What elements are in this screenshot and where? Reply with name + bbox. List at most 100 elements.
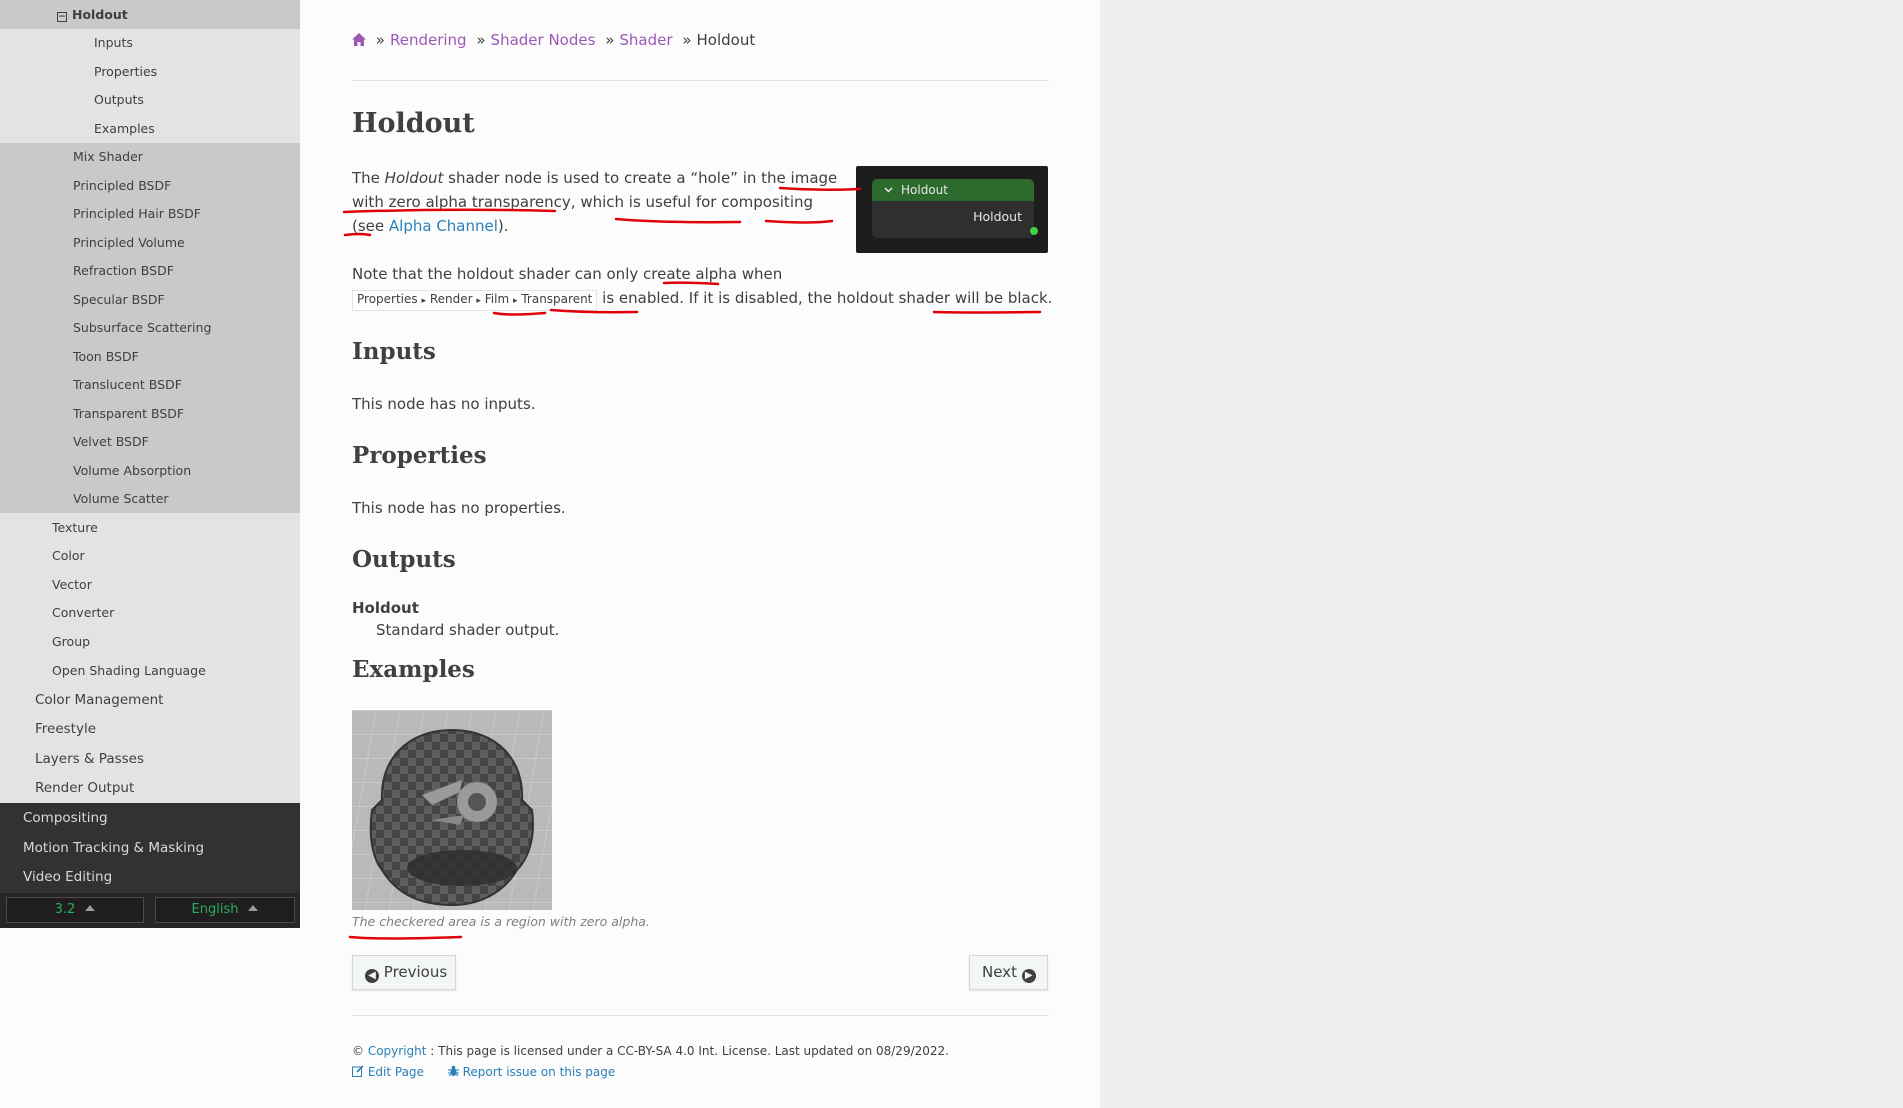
sidebar-item-refraction-bsdf[interactable]: Refraction BSDF bbox=[0, 257, 300, 285]
version-label: 3.2 bbox=[54, 902, 76, 917]
sidebar-item-label: Transparent BSDF bbox=[73, 405, 185, 421]
node-output-label: Holdout bbox=[973, 209, 1022, 224]
footer-divider bbox=[352, 1015, 1049, 1016]
sidebar-item-compositing[interactable]: Compositing bbox=[0, 803, 300, 833]
sidebar-item-velvet-bsdf[interactable]: Velvet BSDF bbox=[0, 428, 300, 456]
sidebar-item-motion-tracking[interactable]: Motion Tracking & Masking bbox=[0, 833, 300, 862]
home-icon[interactable] bbox=[352, 31, 366, 46]
intro-paragraph: The Holdout shader node is used to creat… bbox=[352, 166, 842, 238]
sidebar-item-converter[interactable]: Converter bbox=[0, 599, 300, 627]
sidebar-item-specular-bsdf[interactable]: Specular BSDF bbox=[0, 285, 300, 314]
sidebar-item-subsurface-scattering[interactable]: Subsurface Scattering bbox=[0, 314, 300, 342]
next-button[interactable]: Next ▶ bbox=[969, 955, 1048, 990]
alpha-channel-link[interactable]: Alpha Channel bbox=[389, 217, 498, 235]
collapse-toggle-icon[interactable]: − bbox=[57, 11, 67, 22]
sidebar-navigation: − Holdout Inputs Properties Outputs Examp… bbox=[0, 0, 300, 928]
sidebar-item-layers-passes[interactable]: Layers & Passes bbox=[0, 744, 300, 773]
sidebar-item-inputs[interactable]: Inputs bbox=[0, 29, 300, 57]
holdout-example-image bbox=[352, 710, 552, 910]
sidebar-item-label: Volume Absorption bbox=[73, 462, 192, 478]
caret-up-icon bbox=[248, 905, 259, 911]
sidebar-item-label: Texture bbox=[52, 519, 98, 535]
sidebar-item-principled-volume[interactable]: Principled Volume bbox=[0, 228, 300, 257]
breadcrumb-separator: » bbox=[682, 31, 692, 49]
note-paragraph: Note that the holdout shader can only cr… bbox=[352, 262, 1052, 311]
intro-emphasis: Holdout bbox=[384, 169, 444, 187]
sidebar-item-label: Group bbox=[52, 633, 91, 649]
breadcrumb-separator: » bbox=[605, 31, 615, 49]
holdout-node-figure: Holdout Holdout bbox=[856, 166, 1048, 253]
sidebar-item-volume-scatter[interactable]: Volume Scatter bbox=[0, 485, 300, 513]
output-term: Holdout bbox=[352, 599, 419, 617]
sidebar-item-video-editing[interactable]: Video Editing bbox=[0, 862, 300, 892]
report-issue-link[interactable]: Report issue on this page bbox=[447, 1065, 616, 1079]
sidebar-item-label: Motion Tracking & Masking bbox=[23, 839, 205, 856]
sidebar-item-translucent-bsdf[interactable]: Translucent BSDF bbox=[0, 371, 300, 399]
edit-page-label: Edit Page bbox=[367, 1065, 424, 1079]
language-selector[interactable]: English bbox=[155, 897, 295, 923]
sidebar-item-vector[interactable]: Vector bbox=[0, 570, 300, 599]
sidebar-item-examples[interactable]: Examples bbox=[0, 114, 300, 143]
sidebar-item-properties[interactable]: Properties bbox=[0, 57, 300, 86]
bug-icon bbox=[447, 1065, 459, 1077]
breadcrumb-current: Holdout bbox=[696, 31, 756, 49]
sidebar-item-toon-bsdf[interactable]: Toon BSDF bbox=[0, 342, 300, 371]
properties-text: This node has no properties. bbox=[352, 499, 566, 517]
version-selector[interactable]: 3.2 bbox=[6, 897, 144, 923]
report-issue-label: Report issue on this page bbox=[462, 1065, 616, 1079]
copyright-link[interactable]: Copyright bbox=[368, 1044, 427, 1058]
sidebar-item-label: Render Output bbox=[35, 780, 135, 796]
sidebar-item-label: Video Editing bbox=[23, 869, 113, 885]
menu-path-film: Film bbox=[484, 292, 510, 306]
sidebar-item-label: Vector bbox=[52, 576, 92, 592]
sidebar-item-label: Principled Volume bbox=[73, 234, 185, 250]
sidebar-item-group[interactable]: Group bbox=[0, 627, 300, 656]
sidebar-item-label: Open Shading Language bbox=[52, 662, 206, 678]
page-title: Holdout bbox=[352, 108, 475, 139]
sidebar-item-open-shading-language[interactable]: Open Shading Language bbox=[0, 656, 300, 685]
sidebar-item-label: Velvet BSDF bbox=[73, 434, 149, 449]
sidebar-item-label: Color bbox=[52, 548, 85, 563]
divider bbox=[352, 80, 1049, 81]
menu-separator: ▸ bbox=[512, 296, 518, 306]
note-text: is enabled. If it is disabled, the holdo… bbox=[597, 289, 1053, 307]
sidebar-item-transparent-bsdf[interactable]: Transparent BSDF bbox=[0, 399, 300, 428]
arrow-right-circle-icon: ▶ bbox=[1021, 969, 1036, 983]
sidebar-item-label: Principled Hair BSDF bbox=[73, 206, 201, 221]
sidebar-item-volume-absorption[interactable]: Volume Absorption bbox=[0, 456, 300, 485]
sidebar-item-label: Mix Shader bbox=[73, 149, 143, 164]
sidebar-item-label: Examples bbox=[94, 120, 155, 136]
sidebar-item-texture[interactable]: Texture bbox=[0, 513, 300, 542]
next-label: Next bbox=[982, 963, 1017, 981]
sidebar-item-color-management[interactable]: Color Management bbox=[0, 685, 300, 714]
sidebar-item-principled-hair-bsdf[interactable]: Principled Hair BSDF bbox=[0, 200, 300, 228]
caret-up-icon bbox=[85, 905, 96, 911]
sidebar-item-holdout[interactable]: − Holdout bbox=[0, 0, 300, 29]
footer-links: Edit Page Report issue on this page bbox=[352, 1065, 615, 1079]
sidebar-item-label: Color Management bbox=[35, 691, 164, 708]
sidebar-item-outputs[interactable]: Outputs bbox=[0, 86, 300, 114]
breadcrumb-shader-nodes[interactable]: Shader Nodes bbox=[491, 31, 596, 49]
breadcrumb-rendering[interactable]: Rendering bbox=[390, 31, 467, 49]
sidebar-item-label: Compositing bbox=[23, 810, 108, 826]
sidebar-item-render-output[interactable]: Render Output bbox=[0, 773, 300, 803]
menu-separator: ▸ bbox=[421, 296, 427, 306]
license-text: : This page is licensed under a CC-BY-SA… bbox=[430, 1044, 949, 1058]
note-text: Note that the holdout shader can only cr… bbox=[352, 265, 783, 283]
sidebar-item-principled-bsdf[interactable]: Principled BSDF bbox=[0, 171, 300, 200]
sidebar-item-label: Subsurface Scattering bbox=[73, 320, 212, 335]
menu-path-properties: Properties bbox=[357, 292, 418, 306]
sidebar-item-freestyle[interactable]: Freestyle bbox=[0, 714, 300, 744]
previous-button[interactable]: ◀ Previous bbox=[352, 955, 456, 990]
sidebar-item-label: Inputs bbox=[94, 35, 133, 50]
output-socket-icon bbox=[1030, 227, 1038, 235]
menu-selection: Properties ▸ Render ▸ Film ▸ Transparent bbox=[352, 290, 598, 311]
node-header-label: Holdout bbox=[901, 183, 948, 197]
inputs-text: This node has no inputs. bbox=[352, 395, 536, 413]
breadcrumb-shader[interactable]: Shader bbox=[619, 31, 672, 49]
sidebar-item-mix-shader[interactable]: Mix Shader bbox=[0, 143, 300, 171]
edit-page-link[interactable]: Edit Page bbox=[352, 1065, 428, 1079]
sidebar-item-color[interactable]: Color bbox=[0, 542, 300, 570]
chevron-down-icon bbox=[884, 187, 893, 193]
breadcrumb-separator: » bbox=[375, 31, 385, 49]
